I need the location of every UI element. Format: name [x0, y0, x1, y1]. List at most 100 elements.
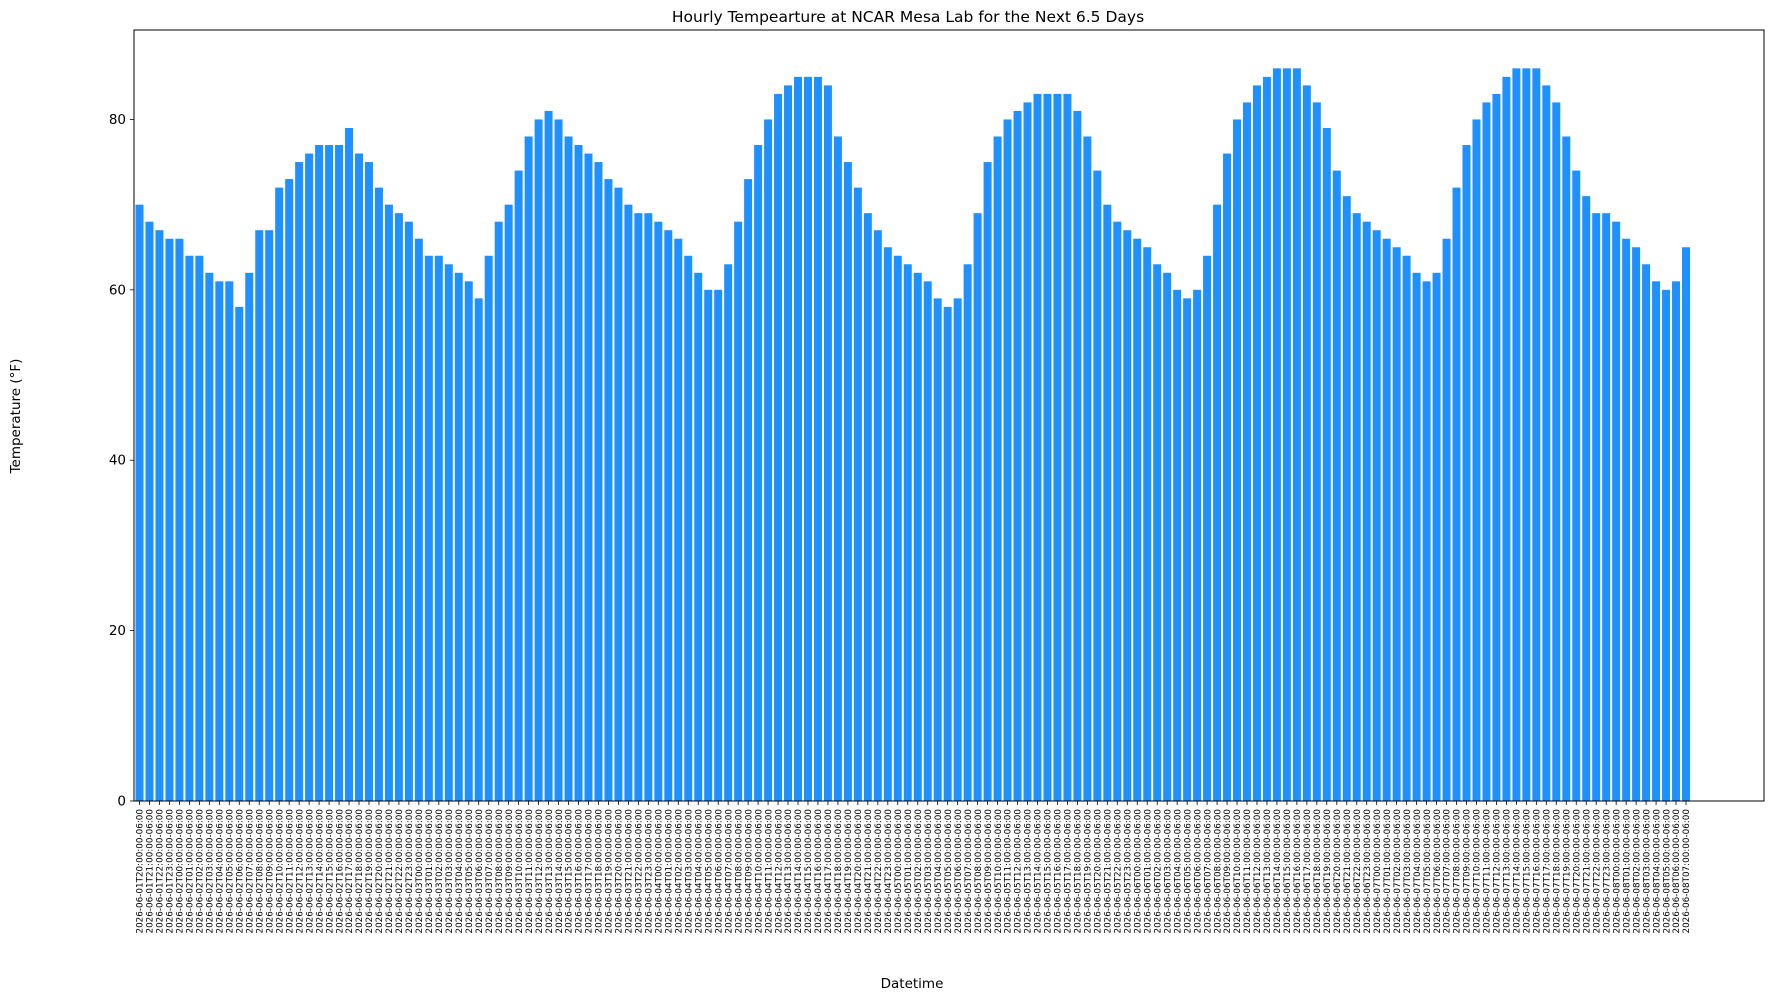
bar — [514, 170, 523, 801]
x-tick-label: 2026-06-03T17:00:00-06:00 — [585, 809, 595, 934]
x-tick-label: 2026-06-06T01:00:00-06:00 — [1143, 809, 1153, 934]
bar — [634, 213, 643, 802]
bar — [305, 153, 314, 801]
x-tick-label: 2026-06-06T23:00:00-06:00 — [1363, 809, 1373, 934]
x-tick-label: 2026-06-07T12:00:00-06:00 — [1493, 809, 1503, 934]
bar — [265, 230, 274, 801]
x-tick-label: 2026-06-07T17:00:00-06:00 — [1543, 809, 1553, 934]
x-tick-label: 2026-06-08T05:00:00-06:00 — [1662, 809, 1672, 934]
bar — [794, 76, 802, 802]
bar — [1592, 213, 1601, 802]
x-tick-label: 2026-06-02T08:00:00-06:00 — [255, 809, 265, 934]
bar — [1302, 85, 1311, 801]
bar — [694, 272, 703, 801]
x-tick-label: 2026-06-03T21:00:00-06:00 — [625, 809, 635, 934]
x-tick-label: 2026-06-08T06:00:00-06:00 — [1672, 809, 1682, 934]
bar — [833, 136, 842, 802]
bar — [1582, 196, 1591, 801]
bar — [145, 221, 154, 801]
bar — [1532, 68, 1541, 802]
x-tick-label: 2026-06-03T08:00:00-06:00 — [495, 809, 505, 934]
bar — [1352, 213, 1361, 802]
bar — [1143, 247, 1152, 802]
bar — [464, 281, 473, 801]
x-tick-label: 2026-06-04T19:00:00-06:00 — [844, 809, 854, 934]
bar — [315, 145, 324, 801]
bar — [335, 145, 344, 801]
bar — [454, 272, 463, 801]
bar — [724, 264, 733, 801]
x-tick-label: 2026-06-04T20:00:00-06:00 — [854, 809, 864, 934]
bar — [434, 255, 443, 801]
bar — [295, 162, 304, 802]
x-tick-label: 2026-06-03T02:00:00-06:00 — [435, 809, 445, 934]
x-tick-label: 2026-06-04T15:00:00-06:00 — [804, 809, 814, 934]
bar — [1482, 102, 1491, 801]
x-tick-label: 2026-06-07T10:00:00-06:00 — [1473, 809, 1483, 934]
bar — [983, 162, 992, 802]
x-axis-label: Datetime — [881, 976, 944, 992]
bar — [993, 136, 1002, 802]
x-tick-label: 2026-06-06T17:00:00-06:00 — [1303, 809, 1313, 934]
x-tick-label: 2026-06-04T22:00:00-06:00 — [874, 809, 884, 934]
x-tick-label: 2026-06-03T07:00:00-06:00 — [485, 809, 495, 934]
x-tick-label: 2026-06-05T04:00:00-06:00 — [934, 809, 944, 934]
x-tick-label: 2026-06-04T13:00:00-06:00 — [784, 809, 794, 934]
x-tick-label: 2026-06-03T01:00:00-06:00 — [425, 809, 435, 934]
bar — [155, 230, 164, 801]
bar — [1572, 170, 1581, 801]
bar — [893, 255, 902, 801]
x-tick-label: 2026-06-05T06:00:00-06:00 — [954, 809, 964, 934]
x-tick-label: 2026-06-02T15:00:00-06:00 — [325, 809, 335, 934]
x-tick-label: 2026-06-04T23:00:00-06:00 — [884, 809, 894, 934]
x-tick-label: 2026-06-04T05:00:00-06:00 — [704, 809, 714, 934]
bar — [135, 204, 144, 801]
x-tick-label: 2026-06-03T16:00:00-06:00 — [575, 809, 585, 934]
x-tick-label: 2026-06-04T12:00:00-06:00 — [774, 809, 784, 934]
x-tick-label: 2026-06-05T19:00:00-06:00 — [1084, 809, 1094, 934]
x-tick-label: 2026-06-06T22:00:00-06:00 — [1353, 809, 1363, 934]
bar — [734, 221, 743, 801]
x-tick-label: 2026-06-06T03:00:00-06:00 — [1163, 809, 1173, 934]
bar — [1632, 247, 1641, 802]
x-tick-label: 2026-06-05T14:00:00-06:00 — [1034, 809, 1044, 934]
bar — [424, 255, 433, 801]
bar — [245, 272, 254, 801]
bar — [1003, 119, 1012, 801]
x-tick-label: 2026-06-03T14:00:00-06:00 — [555, 809, 565, 934]
x-tick-label: 2026-06-03T23:00:00-06:00 — [645, 809, 655, 934]
x-tick-label: 2026-06-02T14:00:00-06:00 — [315, 809, 325, 934]
bar — [1432, 272, 1441, 801]
x-tick-label: 2026-06-05T03:00:00-06:00 — [924, 809, 934, 934]
x-tick-label: 2026-06-07T23:00:00-06:00 — [1602, 809, 1612, 934]
x-tick-label: 2026-06-05T00:00:00-06:00 — [894, 809, 904, 934]
bar — [1412, 272, 1421, 801]
bar — [195, 255, 204, 801]
x-tick-label: 2026-06-03T20:00:00-06:00 — [615, 809, 625, 934]
bar — [1163, 272, 1172, 801]
chart-title: Hourly Tempearture at NCAR Mesa Lab for … — [672, 8, 1144, 26]
bar — [1522, 68, 1531, 802]
bar — [1332, 170, 1341, 801]
x-tick-label: 2026-06-08T02:00:00-06:00 — [1632, 809, 1642, 934]
x-tick-label: 2026-06-06T21:00:00-06:00 — [1343, 809, 1353, 934]
bar — [175, 238, 184, 802]
bar — [474, 298, 483, 801]
bar — [804, 76, 812, 802]
x-tick-label: 2026-06-07T11:00:00-06:00 — [1483, 809, 1493, 934]
bar — [913, 272, 922, 801]
bar — [1153, 264, 1162, 801]
x-tick-label: 2026-06-07T03:00:00-06:00 — [1403, 809, 1413, 934]
x-tick-label: 2026-06-04T14:00:00-06:00 — [794, 809, 804, 934]
x-tick-label: 2026-06-04T06:00:00-06:00 — [714, 809, 724, 934]
x-tick-label: 2026-06-07T19:00:00-06:00 — [1562, 809, 1572, 934]
x-tick-label: 2026-06-05T13:00:00-06:00 — [1024, 809, 1034, 934]
bar — [584, 153, 593, 801]
bar — [1213, 204, 1222, 801]
x-tick-label: 2026-06-07T15:00:00-06:00 — [1523, 809, 1533, 934]
bar — [1312, 102, 1321, 801]
x-tick-label: 2026-06-03T15:00:00-06:00 — [565, 809, 575, 934]
x-tick-label: 2026-06-02T23:00:00-06:00 — [405, 809, 415, 934]
bar — [903, 264, 912, 801]
bar — [564, 136, 573, 802]
